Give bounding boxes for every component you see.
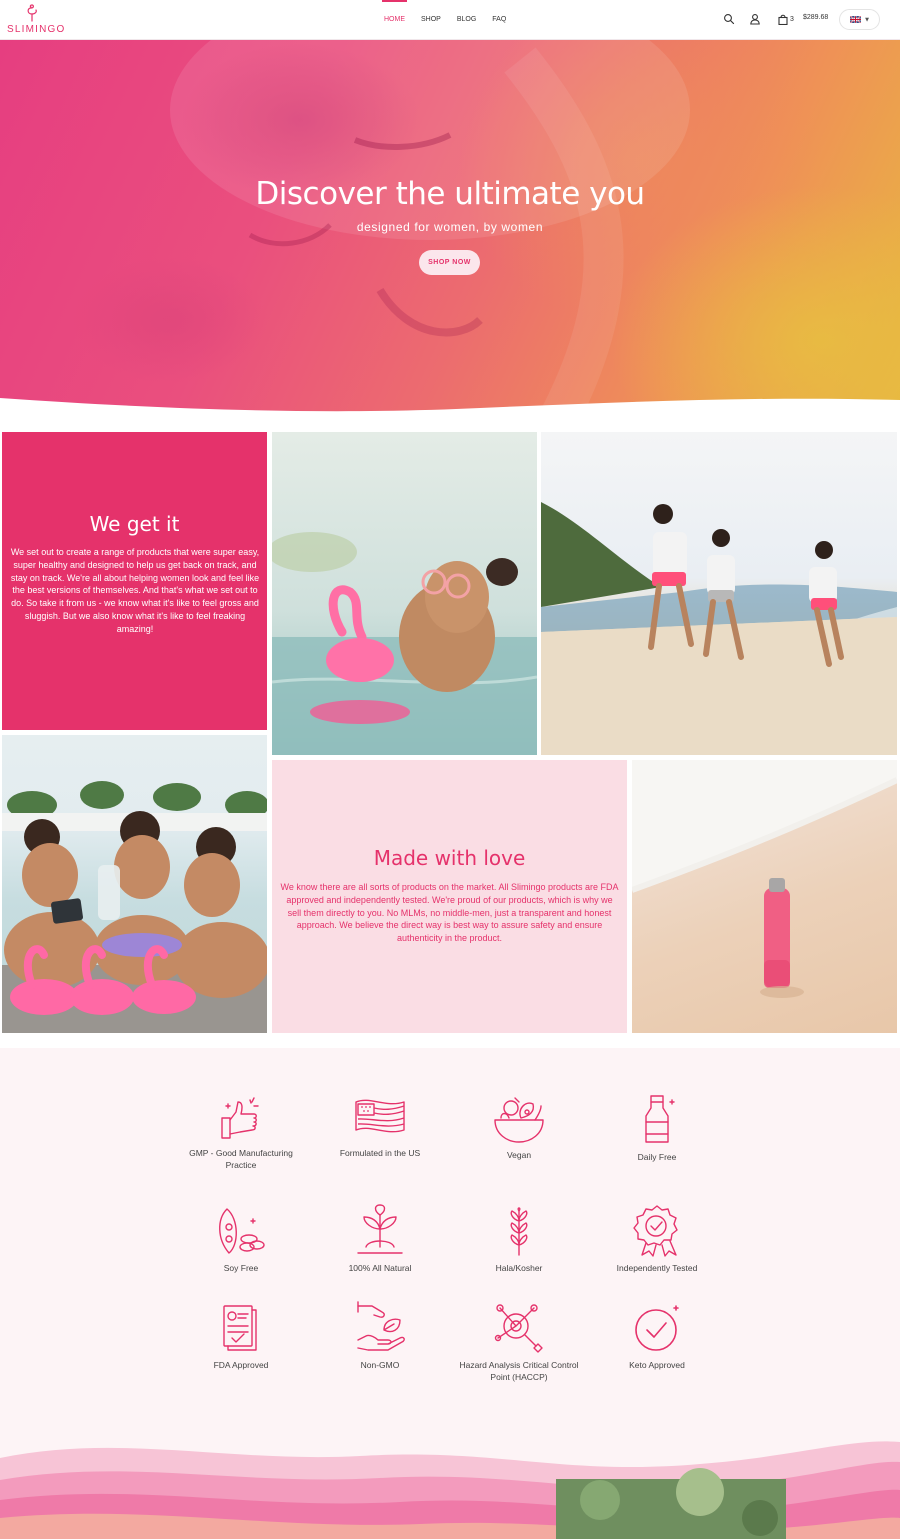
feature-independently-tested: Independently Tested (597, 1203, 717, 1274)
decorative-waves (0, 1441, 900, 1539)
site-header: SLIMINGO HOME SHOP BLOG FAQ 3 $289.68 ▼ (0, 0, 900, 40)
beach-photo-illustration (541, 502, 897, 755)
soy-bean-icon (219, 1208, 265, 1254)
feature-halal-kosher: Hala/Kosher (459, 1205, 579, 1274)
feature-label: Hazard Analysis Critical Control Point (… (459, 1360, 579, 1382)
made-with-love-panel: Made with love We know there are all sor… (272, 760, 627, 1033)
feature-fda-approved: FDA Approved (181, 1302, 301, 1371)
feature-label: Keto Approved (629, 1360, 685, 1370)
we-get-it-text: We set out to create a range of products… (10, 547, 260, 634)
thumbs-up-icon (221, 1097, 259, 1139)
hero-banner: Discover the ultimate you designed for w… (0, 40, 900, 416)
document-check-icon (223, 1305, 257, 1351)
salad-bowl-icon (494, 1097, 544, 1143)
nav-shop[interactable]: SHOP (421, 0, 441, 40)
selfie-photo-illustration (2, 781, 267, 1033)
feature-keto-approved: Keto Approved (597, 1302, 717, 1371)
feature-label: Daily Free (637, 1152, 677, 1162)
feature-label: Formulated in the US (339, 1148, 421, 1158)
cart-count: 3 (790, 15, 794, 23)
cart-total[interactable]: $289.68 (803, 14, 828, 21)
uk-flag-icon (850, 16, 862, 23)
cart-button[interactable]: 3 (778, 13, 794, 25)
feature-label: GMP - Good Manufacturing Practice (189, 1148, 293, 1170)
feature-soy-free: Soy Free (181, 1205, 301, 1274)
plant-sprout-icon (357, 1204, 403, 1254)
hero-wave-divider (0, 398, 900, 416)
shopping-bag-icon (778, 14, 788, 25)
hero-subtitle: designed for women, by women (356, 220, 544, 234)
feature-label: Vegan (506, 1150, 532, 1160)
milk-bottle-icon (645, 1095, 675, 1143)
feature-formulated-us: Formulated in the US (320, 1094, 440, 1159)
we-get-it-panel: We get it We set out to create a range o… (2, 432, 267, 730)
hero-title: Discover the ultimate you (255, 176, 645, 212)
feature-gmp: GMP - Good Manufacturing Practice (181, 1094, 301, 1171)
shop-now-button[interactable]: SHOP NOW (419, 250, 480, 275)
search-icon[interactable] (723, 13, 735, 25)
feature-label: Independently Tested (616, 1263, 698, 1273)
nav-home[interactable]: HOME (382, 0, 407, 40)
us-flag-icon (355, 1099, 405, 1133)
feature-label: Soy Free (223, 1263, 259, 1273)
user-icon[interactable] (749, 13, 761, 25)
feature-label: 100% All Natural (348, 1263, 412, 1273)
feature-label: FDA Approved (213, 1360, 269, 1370)
flamingo-icon (27, 4, 37, 22)
main-nav: HOME SHOP BLOG FAQ (382, 0, 522, 40)
nav-faq[interactable]: FAQ (492, 0, 506, 40)
hand-leaf-icon (357, 1301, 405, 1351)
feature-label: Hala/Kosher (495, 1263, 543, 1273)
made-with-love-title: Made with love (373, 846, 526, 870)
nav-blog[interactable]: BLOG (457, 0, 476, 40)
language-selector[interactable]: ▼ (839, 9, 880, 30)
we-get-it-title: We get it (89, 512, 180, 536)
magnifier-analysis-icon (494, 1304, 543, 1353)
feature-haccp: Hazard Analysis Critical Control Point (… (459, 1302, 579, 1383)
photo-pool-flamingo (272, 432, 537, 755)
check-circle-icon (635, 1305, 679, 1351)
award-badge-icon (633, 1205, 678, 1257)
made-with-love-text: We know there are all sorts of products … (280, 882, 619, 944)
feature-label: Non-GMO (360, 1360, 400, 1370)
wheat-icon (510, 1207, 528, 1256)
bottle-photo-illustration (632, 760, 897, 998)
photo-beach-running (541, 432, 897, 755)
feature-all-natural: 100% All Natural (320, 1203, 440, 1274)
features-section: GMP - Good Manufacturing Practice Formul… (0, 1048, 900, 1448)
feature-daily-free: Daily Free (597, 1094, 717, 1163)
feature-non-gmo: Non-GMO (320, 1300, 440, 1371)
caret-down-icon: ▼ (865, 16, 869, 23)
brand-logo[interactable]: SLIMINGO (7, 4, 64, 36)
bottom-wave-section (0, 1428, 900, 1539)
photo-friends-selfie (2, 735, 267, 1033)
brand-name: SLIMINGO (7, 24, 66, 35)
photo-bottle-sand (632, 760, 897, 1033)
pool-photo-illustration (272, 532, 537, 755)
feature-vegan: Vegan (459, 1094, 579, 1161)
